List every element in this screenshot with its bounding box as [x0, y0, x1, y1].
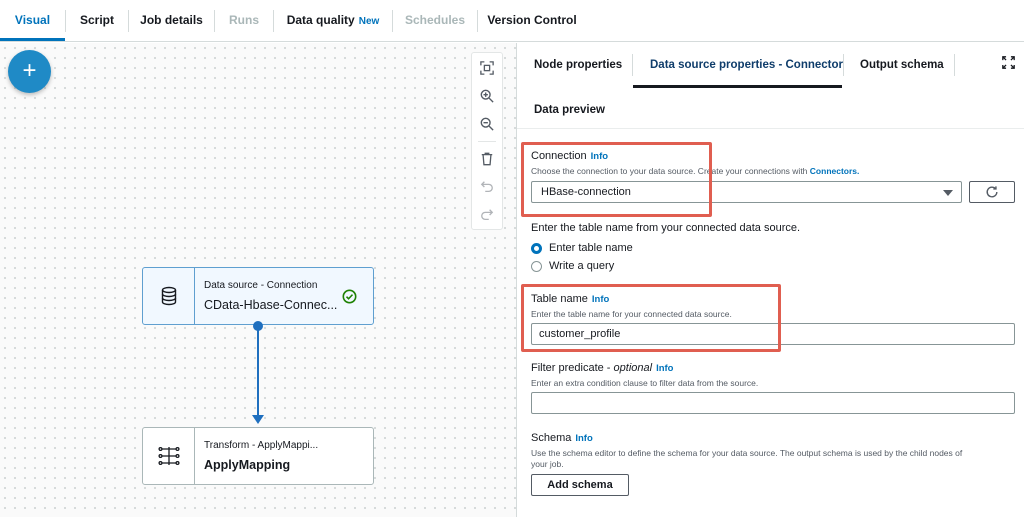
schema-info-link[interactable]: Info [575, 433, 592, 444]
add-schema-button[interactable]: Add schema [531, 474, 629, 496]
refresh-connections-button[interactable] [969, 181, 1015, 203]
table-source-prompt: Enter the table name from your connected… [531, 222, 801, 234]
refresh-icon [986, 186, 998, 198]
apply-mapping-icon [143, 428, 195, 484]
radio-write-a-query[interactable]: Write a query [531, 260, 614, 272]
tab-version-control[interactable]: Version Control [478, 0, 586, 41]
top-tab-bar: Visual Script Job details Runs Data qual… [0, 0, 1024, 42]
tab-schedules[interactable]: Schedules [393, 0, 477, 41]
node-type: Data source - Connection [204, 280, 318, 291]
tab-data-quality-label: Data quality [286, 13, 355, 27]
canvas-toolbar [471, 52, 503, 230]
tab-node-properties[interactable]: Node properties [534, 59, 622, 71]
tab-output-schema[interactable]: Output schema [860, 59, 944, 71]
tab-runs[interactable]: Runs [215, 0, 273, 41]
panel-divider[interactable] [516, 43, 517, 517]
node-type: Transform - ApplyMappi... [204, 440, 319, 451]
node-name: ApplyMapping [204, 458, 291, 472]
connectors-link[interactable]: Connectors. [810, 166, 860, 176]
radio-enter-table-name[interactable]: Enter table name [531, 242, 633, 254]
schema-description-line-1: Use the schema editor to define the sche… [531, 448, 963, 458]
optional-text: optional [613, 362, 653, 374]
zoom-in-icon[interactable] [472, 83, 502, 109]
toolbar-separator [478, 141, 496, 142]
expand-icon[interactable] [1002, 56, 1016, 70]
radio-label: Write a query [549, 260, 615, 272]
highlight-box-connection [521, 142, 712, 217]
highlight-box-table-name [521, 284, 781, 352]
delete-icon[interactable] [472, 146, 502, 172]
filter-predicate-input[interactable] [531, 392, 1015, 414]
redo-icon[interactable] [472, 202, 502, 228]
node-data-source[interactable]: Data source - Connection CData-Hbase-Con… [142, 267, 374, 325]
active-tab-indicator [633, 85, 842, 88]
panel-tab-separator [632, 54, 633, 76]
schema-description-line-2: your job. [531, 459, 564, 469]
panel-tab-separator [954, 54, 955, 76]
filter-predicate-label-text: Filter predicate - [531, 362, 614, 374]
undo-icon[interactable] [472, 174, 502, 200]
fit-to-screen-icon[interactable] [472, 55, 502, 81]
radio-label: Enter table name [549, 242, 633, 254]
filter-predicate-info-link[interactable]: Info [656, 363, 673, 374]
edge-arrow-icon [252, 415, 264, 424]
edge-connector [257, 325, 259, 419]
caret-down-icon [943, 190, 953, 196]
database-icon [143, 268, 195, 324]
radio-unselected-icon [531, 260, 542, 272]
success-check-icon [342, 289, 357, 309]
tab-visual[interactable]: Visual [0, 0, 65, 41]
filter-predicate-label: Filter predicate - optional Info [531, 362, 674, 374]
add-node-button[interactable]: + [8, 50, 51, 93]
tab-data-source-properties[interactable]: Data source properties - Connector [650, 59, 843, 71]
schema-label: Schema Info [531, 432, 593, 444]
zoom-out-icon[interactable] [472, 111, 502, 137]
tab-script[interactable]: Script [66, 0, 128, 41]
panel-header-border [517, 128, 1024, 129]
tab-data-quality[interactable]: Data quality New [274, 0, 392, 41]
filter-predicate-description: Enter an extra condition clause to filte… [531, 378, 759, 388]
tab-job-details[interactable]: Job details [129, 0, 214, 41]
tab-data-preview[interactable]: Data preview [534, 104, 605, 116]
node-name: CData-Hbase-Connec... [204, 298, 338, 312]
schema-label-text: Schema [531, 432, 572, 444]
panel-tab-separator [843, 54, 844, 76]
node-transform[interactable]: Transform - ApplyMappi... ApplyMapping [142, 427, 374, 485]
new-badge: New [358, 16, 380, 27]
radio-selected-icon [531, 242, 542, 254]
